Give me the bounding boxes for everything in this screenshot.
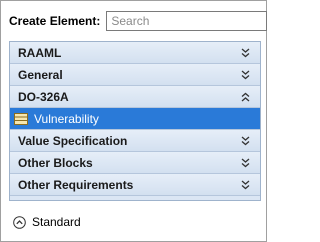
palette-item-vulnerability[interactable]: Vulnerability [10,108,260,130]
circle-chevron-up-icon[interactable] [13,215,26,229]
group-general[interactable]: General [10,64,260,86]
standard-label[interactable]: Standard [32,215,81,229]
group-value-specification[interactable]: Value Specification [10,130,260,152]
create-element-search-row: Create Element: [9,9,268,33]
group-label: DO-326A [18,89,69,104]
group-label: Value Specification [18,133,128,148]
group-other-requirements[interactable]: Other Requirements [10,174,260,196]
create-element-label: Create Element: [9,14,101,28]
standard-toggle-row: Standard [13,215,81,229]
double-chevron-up-icon[interactable] [240,91,250,103]
group-other-blocks[interactable]: Other Blocks [10,152,260,174]
element-palette: RAAML General DO-326A Vulnerability Valu… [9,41,261,201]
vulnerability-block-icon [14,112,28,125]
group-label: Other Requirements [18,177,134,192]
search-input[interactable] [106,11,268,31]
group-do-326a[interactable]: DO-326A [10,86,260,108]
double-chevron-down-icon[interactable] [240,135,250,147]
double-chevron-down-icon[interactable] [240,157,250,169]
group-label: General [18,67,63,82]
double-chevron-down-icon[interactable] [240,69,250,81]
group-raaml[interactable]: RAAML [10,42,260,64]
palette-item-label: Vulnerability [34,111,99,126]
group-label: RAAML [18,45,62,60]
group-label: Other Blocks [18,155,93,170]
double-chevron-down-icon[interactable] [240,179,250,191]
create-element-panel: Create Element: RAAML General DO-326A [0,0,268,242]
double-chevron-down-icon[interactable] [240,47,250,59]
